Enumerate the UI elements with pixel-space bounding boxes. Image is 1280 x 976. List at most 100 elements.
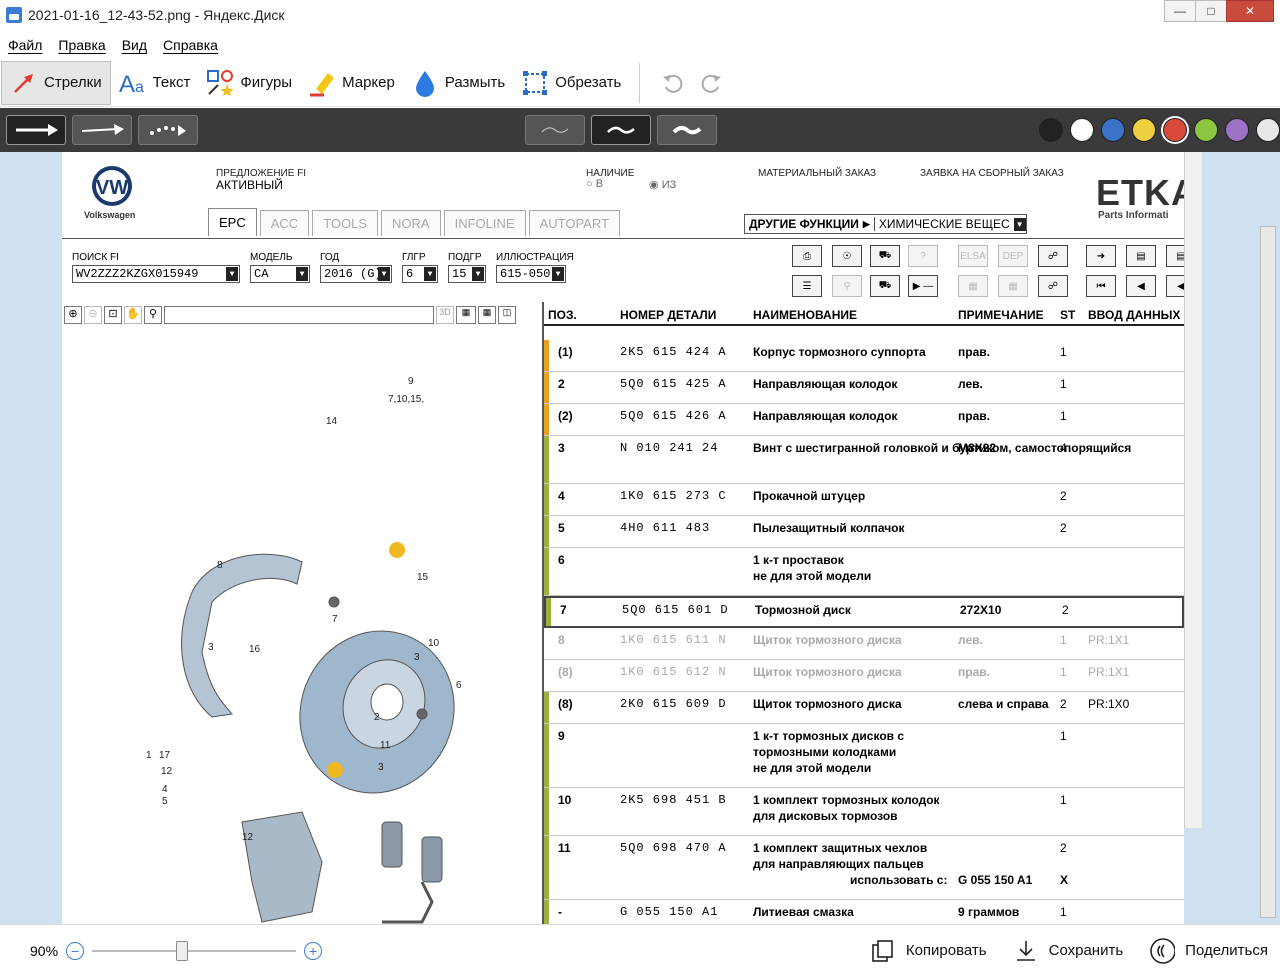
zoom-slider-handle[interactable] — [176, 940, 189, 961]
menu-help[interactable]: Справка — [163, 37, 218, 53]
color-swatch[interactable] — [1039, 118, 1064, 142]
color-swatch[interactable] — [1132, 118, 1157, 142]
zoom-out-button[interactable]: − — [66, 941, 85, 960]
chevron-down-icon[interactable]: ▼ — [378, 267, 390, 281]
vehicle-lift-icon[interactable]: ⛟ — [870, 275, 900, 297]
tool-blur[interactable]: Размыть — [403, 61, 513, 105]
depot-icon[interactable]: DEP — [998, 245, 1028, 267]
radio-out[interactable]: ◉ ИЗ — [649, 178, 676, 191]
help-icon[interactable]: ? — [908, 245, 938, 267]
menu-file[interactable]: Файл — [8, 37, 42, 53]
table-row[interactable]: 5 4H0 611 483 Пылезащитный колпачок 2 — [544, 516, 1184, 548]
table-row[interactable]: 11 5Q0 698 470 A 1 комплект защитных чехло… — [544, 836, 1184, 900]
table-row[interactable]: (8) 2K0 615 609 D Щиток тормозного диска сл… — [544, 692, 1184, 724]
table-row[interactable]: (1) 2K5 615 424 A Корпус тормозного суппор… — [544, 340, 1184, 372]
table-row[interactable]: 4 1K0 615 273 C Прокачной штуцер 2 — [544, 484, 1184, 516]
table-row[interactable]: 7 5Q0 615 601 D Тормозной диск 272X10 2 — [544, 596, 1184, 628]
color-swatch[interactable] — [1163, 118, 1188, 142]
menu-view[interactable]: Вид — [122, 37, 147, 53]
play-minus-icon[interactable]: ▶ — — [908, 275, 938, 297]
line-thick-icon[interactable] — [657, 115, 718, 145]
model-select[interactable]: CA ▼ — [250, 265, 310, 283]
radio-in[interactable]: ○ В — [586, 178, 603, 191]
sub-group-select[interactable]: 15 ▼ — [448, 265, 486, 283]
tab-nora[interactable]: NORA — [381, 210, 441, 236]
tool-label: Текст — [152, 74, 191, 91]
table-row[interactable]: 3 N 010 241 24 Винт с шестигранной головко… — [544, 436, 1184, 484]
chevron-down-icon[interactable]: ▼ — [472, 267, 484, 281]
tab-infoline[interactable]: INFOLINE — [443, 210, 526, 236]
table-row[interactable]: 9 1 к-т тормозных дисков с тормозными кол… — [544, 724, 1184, 788]
table-row[interactable]: - G 055 150 A1 Литиевая смазка 9 граммов 1 — [544, 900, 1184, 924]
table-row[interactable]: (8) 1K0 615 612 N Щиток тормозного диска пр… — [544, 660, 1184, 692]
key-icon[interactable]: ⚲ — [832, 275, 862, 297]
canvas-scrollbar[interactable] — [1260, 226, 1276, 918]
zoom-slider[interactable] — [92, 940, 297, 961]
table-scrollbar[interactable] — [1184, 152, 1202, 828]
redo-icon[interactable] — [696, 68, 726, 98]
assembly-order-link[interactable]: ЗАЯВКА НА СБОРНЫЙ ЗАКАЗ — [920, 168, 1064, 179]
list-icon[interactable]: ☰ — [792, 275, 822, 297]
toolbar-divider — [639, 62, 641, 103]
search-fi-input[interactable]: WV2ZZZ2KZGX015949 ▼ — [72, 265, 240, 283]
compare-icon[interactable]: ▦ — [958, 275, 988, 297]
chemicals-value: ХИМИЧЕСКИЕ ВЕЩЕС — [873, 217, 1014, 231]
material-order-link[interactable]: МАТЕРИАЛЬНЫЙ ЗАКАЗ — [758, 168, 876, 179]
arrow-style-dotted-icon[interactable] — [138, 115, 199, 145]
first-page-icon[interactable]: ⏮ — [1086, 275, 1116, 297]
chevron-down-icon[interactable]: ▼ — [296, 267, 308, 281]
tab-epc[interactable]: EPC — [208, 208, 257, 236]
tool-text[interactable]: Aa Текст — [111, 61, 199, 105]
car-icon[interactable]: ⛟ — [870, 245, 900, 267]
tab-acc[interactable]: ACC — [259, 210, 310, 236]
table-row[interactable]: 8 1K0 615 611 N Щиток тормозного диска лев.… — [544, 628, 1184, 660]
line-thin-icon[interactable] — [524, 115, 585, 145]
zoom-in-button[interactable]: + — [304, 941, 323, 960]
minimize-icon[interactable]: — — [1164, 0, 1196, 22]
year-select[interactable]: 2016 (G) ▼ — [320, 265, 392, 283]
tool-crop[interactable]: Обрезать — [513, 61, 629, 105]
elsa-icon[interactable]: ELSA — [958, 245, 988, 267]
main-group-select[interactable]: 6 ▼ — [402, 265, 438, 283]
share-button[interactable]: Поделиться — [1149, 937, 1268, 964]
cart-icon[interactable]: ☍ — [1038, 245, 1068, 267]
pin-icon[interactable]: ➜ — [1086, 245, 1116, 267]
book-icon[interactable]: ▤ — [1126, 245, 1156, 267]
tab-autopart[interactable]: AUTOPART — [528, 210, 620, 236]
tab-tools[interactable]: TOOLS — [312, 210, 379, 236]
tool-marker[interactable]: Маркер — [300, 61, 403, 105]
close-icon[interactable]: ✕ — [1226, 0, 1274, 22]
print-icon[interactable]: ⎙ — [792, 245, 822, 267]
undo-icon[interactable] — [658, 68, 688, 98]
cart-add-icon[interactable]: ☍ — [1038, 275, 1068, 297]
diagram-callout-label: 15 — [417, 572, 429, 583]
color-swatch[interactable] — [1101, 118, 1126, 142]
maximize-icon[interactable]: □ — [1195, 0, 1227, 22]
arrow-style-thin-icon[interactable] — [72, 115, 133, 145]
chevron-down-icon[interactable]: ▼ — [226, 267, 238, 281]
color-swatch[interactable] — [1256, 118, 1280, 142]
copy-button[interactable]: Копировать — [870, 938, 987, 964]
back-icon[interactable]: ◀ — [1166, 275, 1184, 297]
line-medium-icon[interactable] — [590, 115, 652, 145]
chevron-down-icon[interactable]: ▼ — [552, 267, 564, 281]
tool-arrows[interactable]: Стрелки — [1, 60, 111, 105]
table-row[interactable]: 10 2K5 698 451 B 1 комплект тормозных коло… — [544, 788, 1184, 836]
color-swatch[interactable] — [1225, 118, 1250, 142]
illustration-select[interactable]: 615-050 ▼ — [496, 265, 566, 283]
previous-page-icon[interactable]: ◀ — [1126, 275, 1156, 297]
color-swatch[interactable] — [1070, 118, 1095, 142]
save-button[interactable]: Сохранить — [1013, 938, 1123, 964]
document-icon[interactable]: ▤ — [1166, 245, 1184, 267]
stack-icon[interactable]: ▦ — [998, 275, 1028, 297]
other-functions-combo[interactable]: ДРУГИЕ ФУНКЦИИ ▶ ХИМИЧЕСКИЕ ВЕЩЕС ▼ — [744, 214, 1027, 234]
tool-shapes[interactable]: Фигуры — [198, 61, 300, 105]
table-row[interactable]: 6 1 к-т проставок не для этой модели — [544, 548, 1184, 596]
cd-icon[interactable]: ☉ — [832, 245, 862, 267]
chevron-down-icon[interactable]: ▼ — [424, 267, 436, 281]
color-swatch[interactable] — [1194, 118, 1219, 142]
table-row[interactable]: (2) 5Q0 615 426 A Направляющая колодок прав… — [544, 404, 1184, 436]
arrow-style-straight-icon[interactable] — [6, 115, 67, 145]
menu-edit[interactable]: Правка — [58, 37, 105, 53]
table-row[interactable]: 2 5Q0 615 425 A Направляющая колодок лев. 1 — [544, 372, 1184, 404]
